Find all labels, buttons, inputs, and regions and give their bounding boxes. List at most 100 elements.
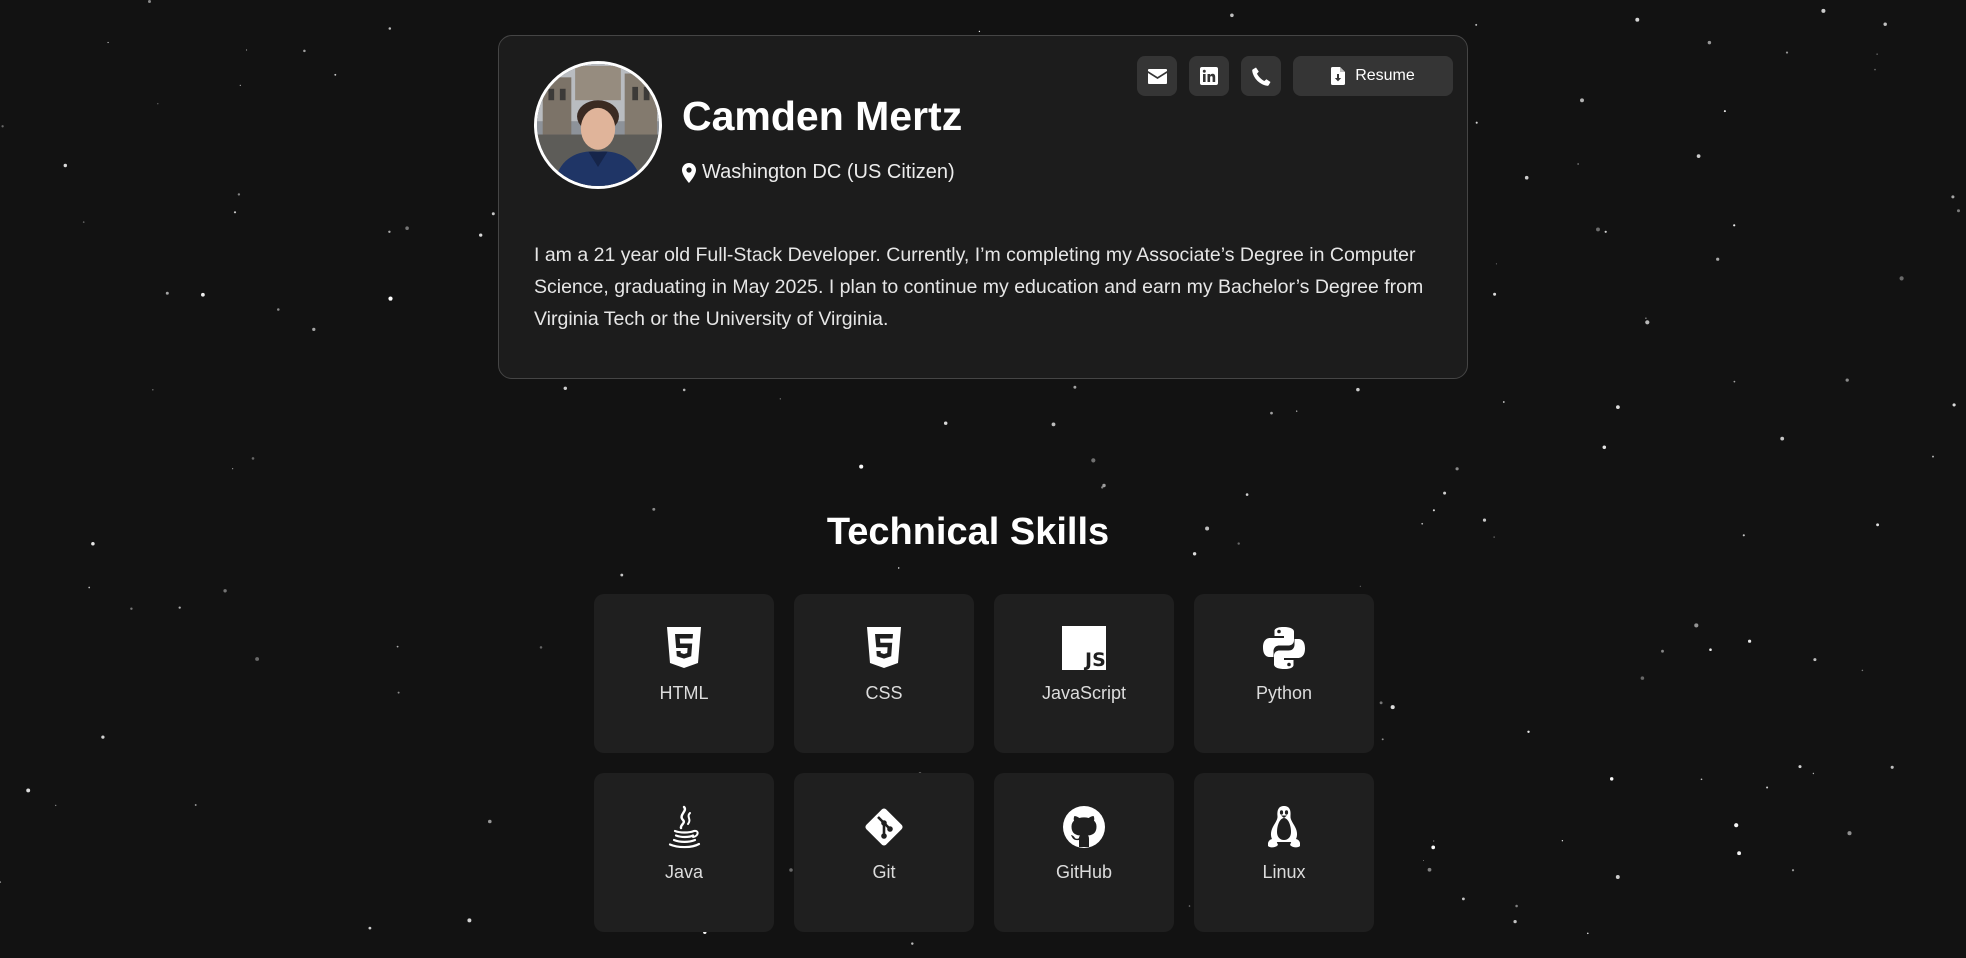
star — [396, 645, 399, 648]
star — [491, 212, 495, 216]
css3-icon — [862, 626, 906, 670]
location: Washington DC (US Citizen) — [682, 161, 955, 184]
star — [1956, 209, 1961, 213]
star — [1475, 23, 1478, 26]
profile-card: Camden Mertz Washington DC (US Citizen) … — [498, 35, 1468, 379]
star — [859, 464, 864, 469]
star — [1431, 845, 1436, 850]
star — [1890, 765, 1894, 769]
star — [1700, 778, 1703, 781]
star — [488, 819, 492, 824]
star — [1427, 867, 1432, 872]
star — [467, 918, 472, 923]
star — [1615, 875, 1620, 879]
svg-text:JS: JS — [1083, 649, 1106, 670]
star — [1455, 467, 1459, 471]
star — [1587, 932, 1589, 935]
location-text: Washington DC (US Citizen) — [702, 161, 955, 183]
star — [1791, 869, 1795, 872]
star — [1696, 154, 1701, 158]
star — [1734, 823, 1739, 828]
star — [405, 226, 409, 230]
skill-label: JavaScript — [1041, 683, 1127, 703]
star — [620, 573, 624, 577]
java-icon — [662, 805, 706, 849]
star — [277, 308, 280, 311]
skill-card-git: Git — [794, 773, 974, 932]
star — [201, 292, 205, 297]
resume-label: Resume — [1355, 67, 1415, 84]
skill-label: CSS — [865, 683, 903, 703]
phone-button[interactable] — [1241, 56, 1281, 96]
star — [1433, 840, 1435, 842]
star — [1596, 227, 1600, 232]
star — [1390, 705, 1395, 710]
star — [1874, 68, 1876, 71]
github-icon — [1062, 805, 1106, 849]
star — [88, 586, 91, 589]
star — [978, 30, 981, 33]
star — [1635, 17, 1640, 22]
star — [1502, 401, 1505, 403]
star — [334, 73, 337, 76]
skill-label: Linux — [1262, 862, 1306, 882]
star — [148, 0, 151, 3]
star — [1780, 436, 1785, 441]
javascript-icon: JS — [1062, 626, 1106, 670]
profile-name: Camden Mertz — [682, 93, 963, 139]
star — [1716, 257, 1720, 261]
skill-label: HTML — [659, 683, 709, 703]
star — [1101, 486, 1104, 489]
python-icon — [1262, 626, 1306, 670]
resume-button[interactable]: Resume — [1293, 56, 1453, 96]
star — [223, 589, 227, 593]
star — [246, 49, 248, 51]
star — [1422, 859, 1425, 862]
star — [237, 193, 241, 196]
star — [1645, 320, 1650, 325]
star — [1359, 585, 1361, 587]
profile-photo — [534, 61, 662, 189]
star — [251, 457, 255, 460]
star — [1709, 648, 1712, 651]
star — [911, 942, 914, 945]
skill-label: Git — [872, 862, 896, 882]
star — [1091, 458, 1096, 463]
star — [563, 386, 568, 391]
skills-title: Technical Skills — [826, 511, 1110, 553]
star — [157, 103, 159, 105]
star — [1785, 51, 1789, 54]
star — [1515, 904, 1518, 908]
star — [388, 230, 391, 234]
star — [1577, 163, 1579, 165]
linkedin-button[interactable] — [1189, 56, 1229, 96]
star — [1847, 831, 1852, 836]
star — [1951, 195, 1955, 199]
star — [1230, 13, 1234, 18]
phone-icon — [1251, 67, 1270, 86]
star — [1899, 276, 1904, 281]
star — [1379, 701, 1383, 705]
star — [1609, 777, 1614, 781]
star — [479, 233, 483, 237]
star — [1821, 8, 1826, 13]
star — [130, 607, 133, 610]
star — [1475, 121, 1478, 124]
star — [943, 421, 948, 425]
star — [1812, 772, 1815, 775]
star — [107, 41, 109, 44]
star — [101, 735, 105, 739]
star — [388, 27, 392, 30]
star — [1381, 738, 1384, 741]
star — [1798, 765, 1802, 769]
star — [1561, 840, 1564, 842]
star — [1580, 98, 1584, 103]
contact-actions: Resume — [1137, 56, 1453, 96]
star — [1245, 493, 1249, 496]
star — [1932, 455, 1934, 458]
skill-label: GitHub — [1055, 862, 1113, 882]
star — [255, 657, 260, 661]
skill-card-github: GitHub — [994, 773, 1174, 932]
email-button[interactable] — [1137, 56, 1177, 96]
linux-icon — [1262, 805, 1306, 849]
